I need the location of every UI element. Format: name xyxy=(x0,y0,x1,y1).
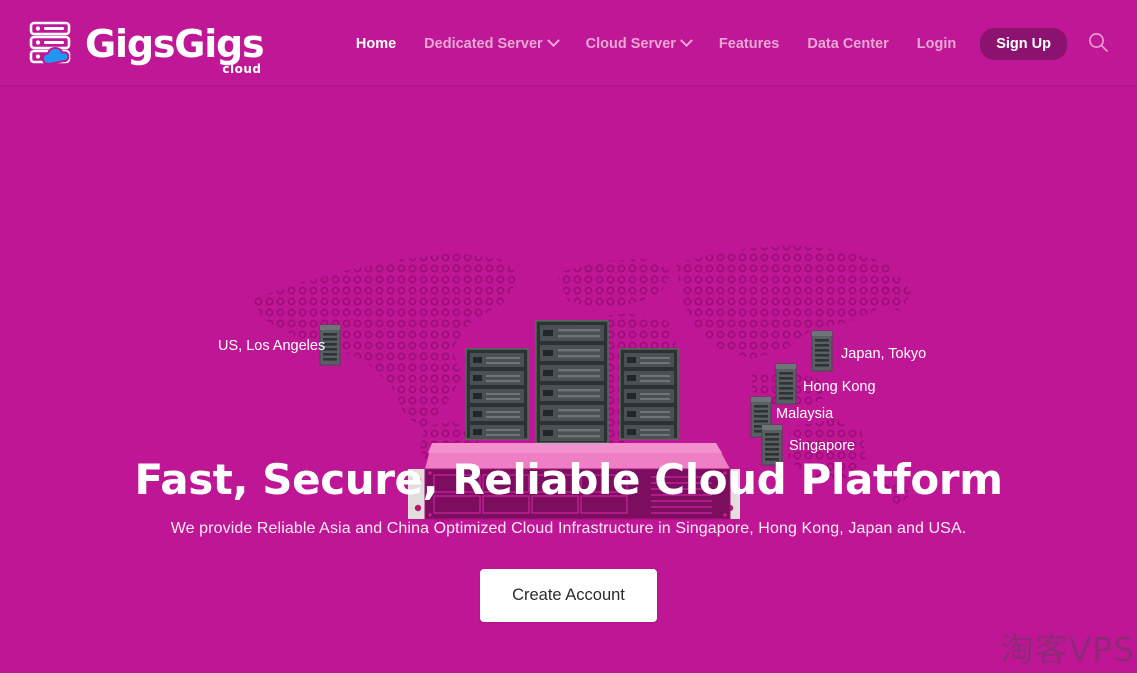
watermark: 淘客VPS xyxy=(1001,623,1135,671)
main-navigation: Home Dedicated Server Cloud Server Featu… xyxy=(342,27,1125,61)
location-label: Hong Kong xyxy=(803,379,876,395)
hero-title: Fast, Secure, Reliable Cloud Platform xyxy=(0,457,1137,503)
hero-copy: Fast, Secure, Reliable Cloud Platform We… xyxy=(0,457,1137,622)
server-cloud-icon xyxy=(27,20,81,68)
nav-item-dedicated-server[interactable]: Dedicated Server xyxy=(410,30,571,58)
nav-label-login: Login xyxy=(917,36,956,52)
chevron-down-icon xyxy=(680,34,693,47)
site-logo[interactable]: GigsGigs cloud xyxy=(27,20,263,68)
location-label: US, Los Angeles xyxy=(218,338,325,354)
search-button[interactable] xyxy=(1081,27,1115,61)
nav-label-data-center: Data Center xyxy=(807,36,888,52)
create-account-button[interactable]: Create Account xyxy=(480,569,657,622)
sign-up-button[interactable]: Sign Up xyxy=(980,28,1067,60)
nav-label-features: Features xyxy=(719,36,779,52)
chevron-down-icon xyxy=(547,34,560,47)
nav-item-features[interactable]: Features xyxy=(705,30,793,58)
location-label: Japan, Tokyo xyxy=(841,346,926,362)
search-icon xyxy=(1087,31,1109,56)
nav-label-dedicated-server: Dedicated Server xyxy=(424,36,542,52)
nav-item-home[interactable]: Home xyxy=(342,30,410,58)
header-divider xyxy=(0,85,1137,87)
logo-wordmark: GigsGigs xyxy=(85,22,263,66)
nav-label-home: Home xyxy=(356,36,396,52)
hero-subtitle: We provide Reliable Asia and China Optim… xyxy=(0,520,1137,538)
nav-item-login[interactable]: Login xyxy=(903,30,970,58)
nav-item-cloud-server[interactable]: Cloud Server xyxy=(572,30,705,58)
logo-tagline: cloud xyxy=(222,62,261,76)
site-header: GigsGigs cloud Home Dedicated Server Clo… xyxy=(0,0,1137,87)
hero-section: US, Los Angeles Japan, Tokyo Hong Kong M… xyxy=(0,87,1137,673)
location-label: Malaysia xyxy=(776,406,834,422)
nav-label-cloud-server: Cloud Server xyxy=(586,36,676,52)
nav-item-data-center[interactable]: Data Center xyxy=(793,30,902,58)
location-label: Singapore xyxy=(789,438,855,454)
